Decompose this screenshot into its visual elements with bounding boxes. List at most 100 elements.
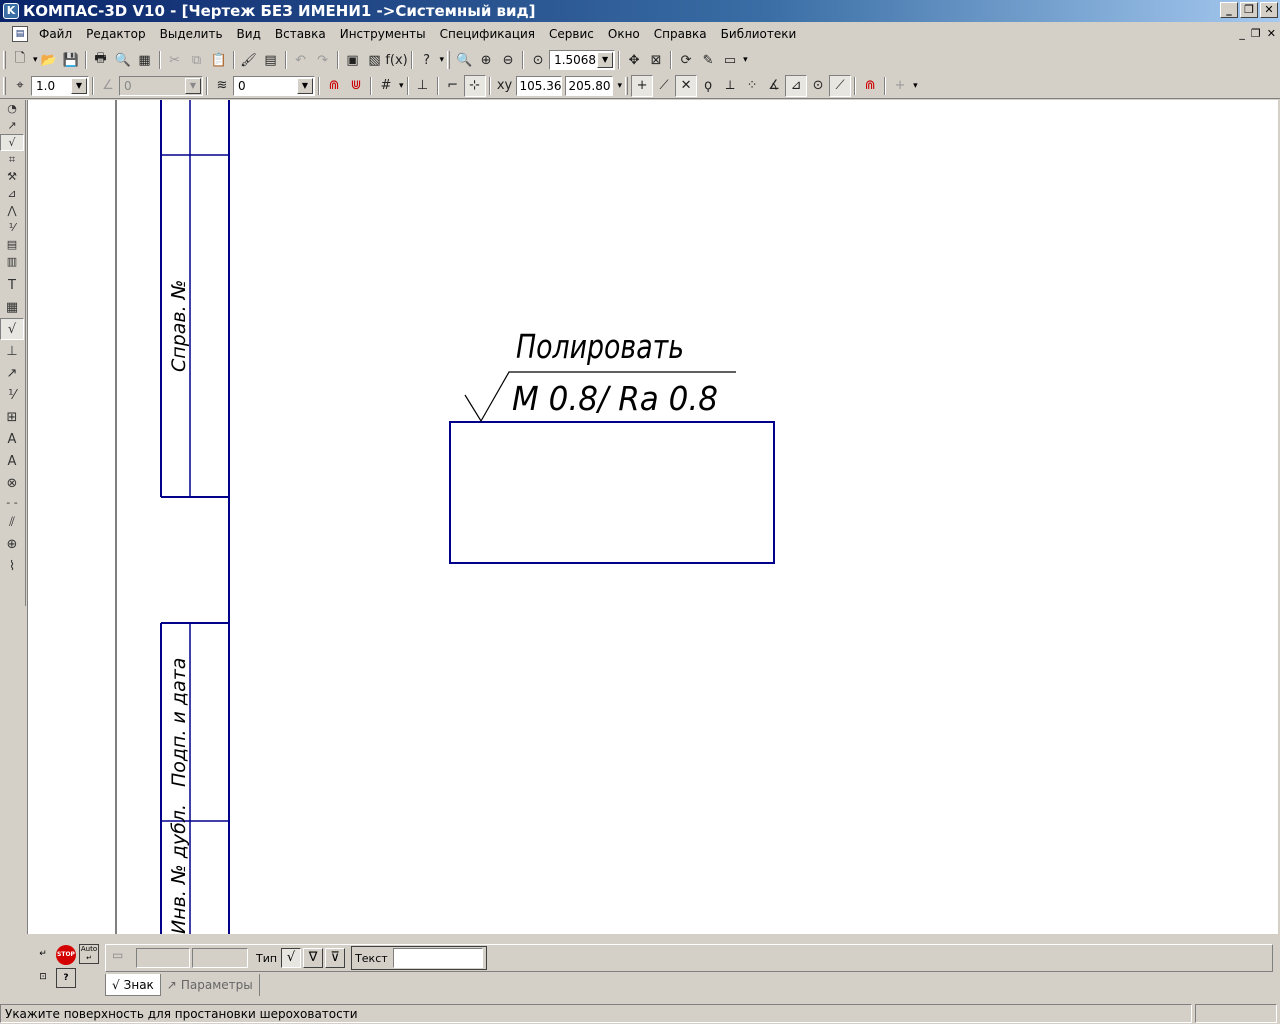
pan-icon[interactable]: ✥: [623, 49, 645, 71]
help-icon[interactable]: ?: [56, 968, 76, 988]
menu-insert[interactable]: Вставка: [268, 27, 333, 41]
snap-center-icon[interactable]: ⊙: [807, 75, 829, 97]
save-icon[interactable]: 💾: [60, 49, 82, 71]
menu-editor[interactable]: Редактор: [79, 27, 152, 41]
toolbar-overflow-icon[interactable]: ▾: [913, 81, 918, 91]
cut-icon[interactable]: ✂: [164, 49, 186, 71]
menu-libraries[interactable]: Библиотеки: [714, 27, 804, 41]
section-line-icon[interactable]: A: [0, 428, 24, 450]
show-all-icon[interactable]: ⊠: [645, 49, 667, 71]
open-folder-icon[interactable]: 📂: [38, 49, 60, 71]
angle-step-icon[interactable]: ∠: [97, 75, 119, 97]
snap-on-curve-icon[interactable]: ⟋: [829, 74, 852, 97]
coord-x-field[interactable]: 105.36: [515, 75, 562, 96]
wave-line-icon[interactable]: ⌇: [0, 555, 24, 577]
dimensions-icon[interactable]: ↗: [0, 117, 24, 134]
tolerance-icon[interactable]: ⊞: [0, 406, 24, 428]
coord-y-field[interactable]: 205.80: [564, 75, 613, 96]
table-icon[interactable]: ▦: [0, 296, 24, 318]
cursor-step-icon[interactable]: ⌖: [9, 75, 31, 97]
type-remove-material-icon[interactable]: ∇: [303, 948, 324, 968]
print-icon[interactable]: 🖶: [90, 49, 112, 71]
tab-sign[interactable]: √ Знак: [105, 974, 161, 996]
snap-midpoint-icon[interactable]: ⟋: [653, 75, 675, 97]
minimize-button[interactable]: _: [1220, 2, 1238, 18]
undo-icon[interactable]: ↶: [290, 49, 312, 71]
print-settings-icon[interactable]: ▦: [134, 49, 156, 71]
snap-nearest-point-icon[interactable]: +: [631, 74, 654, 97]
chevron-down-icon[interactable]: ▼: [597, 52, 614, 68]
type-no-remove-material-icon[interactable]: ⊽: [325, 948, 346, 968]
redraw-icon[interactable]: ✎: [697, 49, 719, 71]
snap-tangent-icon[interactable]: ϙ: [697, 75, 719, 97]
ortho-icon[interactable]: ⌐: [442, 75, 464, 97]
create-object-icon[interactable]: ↵: [33, 945, 53, 965]
snap-intersection-icon[interactable]: ✕: [675, 74, 698, 97]
manager-icon[interactable]: ▣: [342, 49, 364, 71]
format-brush-icon[interactable]: 🖌: [238, 49, 260, 71]
snap-settings-magnet-icon[interactable]: ⋒: [859, 75, 881, 97]
position-icon[interactable]: ⅟: [0, 384, 24, 406]
close-button[interactable]: ✕: [1260, 2, 1278, 18]
snap-magnet-icon[interactable]: ⋒: [323, 75, 345, 97]
toolbar-overflow-icon[interactable]: ▾: [618, 81, 623, 91]
mdi-restore-button[interactable]: ❐: [1251, 27, 1261, 40]
print-preview-icon[interactable]: 🔍: [112, 49, 134, 71]
drawing-canvas[interactable]: Справ. № Подп. и дата Инв. № дубл. Полир…: [27, 100, 1278, 934]
grid-dropdown-icon[interactable]: ▾: [399, 81, 404, 91]
parametrization-icon[interactable]: ⚒: [0, 168, 24, 185]
mdi-minimize-button[interactable]: _: [1239, 27, 1245, 40]
axis-line-icon[interactable]: - -: [0, 494, 24, 511]
new-document-icon[interactable]: 🗋: [9, 49, 31, 71]
properties-icon[interactable]: ▤: [260, 49, 282, 71]
measurements-icon[interactable]: ⊿: [0, 185, 24, 202]
type-any-method-icon[interactable]: √: [281, 948, 302, 968]
library-manager-icon[interactable]: ▧: [364, 49, 386, 71]
part-rectangle[interactable]: [449, 421, 775, 564]
detail-view-icon[interactable]: ⊗: [0, 472, 24, 494]
zoom-out-icon[interactable]: ⊖: [497, 49, 519, 71]
local-cs-icon[interactable]: ⊥: [412, 75, 434, 97]
center-mark-icon[interactable]: ⊕: [0, 533, 24, 555]
toolbar-overflow-icon[interactable]: ▾: [440, 55, 445, 65]
snap-grid-points-icon[interactable]: ⁘: [741, 75, 763, 97]
zoom-scale-icon[interactable]: ⊙: [527, 49, 549, 71]
tab-parameters[interactable]: ↗ Параметры: [161, 974, 260, 996]
stop-icon[interactable]: STOP: [56, 945, 76, 965]
zoom-window-icon[interactable]: 🔍: [453, 49, 475, 71]
parametric-mode-icon[interactable]: ⊹: [463, 74, 486, 97]
zoom-combo[interactable]: 1.5068 ▼: [549, 50, 616, 70]
spec-icon[interactable]: ▤: [0, 236, 24, 253]
auto-create-icon[interactable]: Auto ↵: [79, 944, 99, 964]
menu-tools[interactable]: Инструменты: [333, 27, 433, 41]
menu-view[interactable]: Вид: [230, 27, 268, 41]
document-icon[interactable]: ▤: [12, 26, 28, 42]
base-icon[interactable]: ⊥: [0, 340, 24, 362]
variables-fx-icon[interactable]: f(x): [385, 49, 407, 71]
layers-icon[interactable]: ≋: [211, 75, 233, 97]
restore-button[interactable]: ❐: [1240, 2, 1258, 18]
context-help-icon[interactable]: ?: [416, 49, 438, 71]
editing-icon[interactable]: ⌗: [0, 151, 24, 168]
snap-alignment-icon[interactable]: ⊿: [785, 74, 808, 97]
copy-icon[interactable]: ⧉: [186, 49, 208, 71]
hatch-icon[interactable]: ⫽: [0, 511, 24, 533]
local-snap-icon[interactable]: ⋓: [345, 75, 367, 97]
refresh-icon[interactable]: ⟳: [675, 49, 697, 71]
view-arrow-icon[interactable]: A: [0, 450, 24, 472]
menu-service[interactable]: Сервис: [542, 27, 601, 41]
redo-icon[interactable]: ↷: [312, 49, 334, 71]
toolbar-overflow-icon[interactable]: ▾: [743, 55, 748, 65]
text-icon[interactable]: T: [0, 274, 24, 296]
grid-icon[interactable]: #: [375, 75, 397, 97]
reports-icon[interactable]: ▥: [0, 253, 24, 270]
layer-combo[interactable]: 0 ▼: [233, 75, 315, 96]
text-input[interactable]: [392, 948, 483, 968]
menu-file[interactable]: Файл: [32, 27, 79, 41]
menu-specification[interactable]: Спецификация: [433, 27, 542, 41]
paste-icon[interactable]: 📋: [208, 49, 230, 71]
pin-panel-icon[interactable]: ⊡: [33, 968, 53, 988]
toolbar-grip[interactable]: [3, 51, 6, 69]
chevron-down-icon[interactable]: ▼: [71, 77, 87, 94]
zoom-in-icon[interactable]: ⊕: [475, 49, 497, 71]
